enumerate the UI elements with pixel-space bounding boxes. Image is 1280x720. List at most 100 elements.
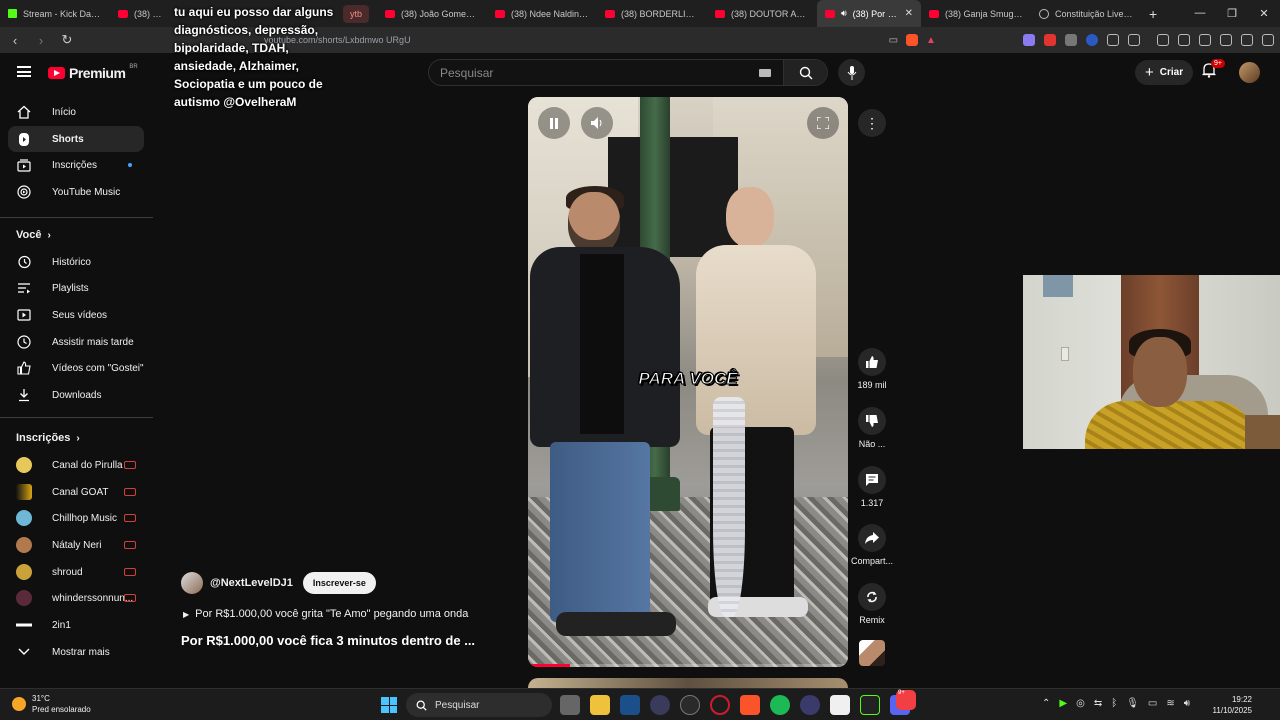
- document-icon[interactable]: [830, 695, 850, 715]
- browser-tab[interactable]: (38) Ndee Naldinho V: [487, 0, 597, 27]
- sidebar-channel[interactable]: shroud: [8, 559, 144, 585]
- short-video-player[interactable]: PARA VOCÊ: [528, 97, 848, 667]
- tray-app-icon[interactable]: ◎: [1076, 698, 1085, 709]
- sidebar-item-home[interactable]: Início: [8, 99, 144, 125]
- browser-tab[interactable]: (38) DOUTOR AJUDA: [707, 0, 817, 27]
- music-icon[interactable]: [1157, 34, 1169, 46]
- task-view-icon[interactable]: [560, 695, 580, 715]
- leo-ai-icon[interactable]: [1220, 34, 1232, 46]
- discord-icon[interactable]: 9+: [890, 690, 916, 715]
- close-window-button[interactable]: ✕: [1248, 7, 1280, 20]
- chevron-up-icon[interactable]: ⌃: [1042, 698, 1050, 709]
- video-progress-bar[interactable]: [528, 664, 848, 667]
- wallet-icon[interactable]: [1199, 34, 1211, 46]
- share-button[interactable]: Compart...: [850, 524, 894, 566]
- keyboard-icon[interactable]: [759, 68, 771, 77]
- sidebar-item-subscriptions[interactable]: Inscrições: [8, 152, 144, 178]
- tray-app-icon[interactable]: ⇆: [1094, 698, 1102, 709]
- next-short-preview[interactable]: [528, 678, 848, 688]
- brave-shield-icon[interactable]: [906, 34, 919, 46]
- sidebar-channel[interactable]: Canal do Pirulla: [8, 452, 144, 478]
- subscribe-button[interactable]: Inscrever-se: [302, 572, 376, 594]
- tray-app-icon[interactable]: ▶: [1059, 698, 1067, 709]
- show-more-button[interactable]: Mostrar mais: [8, 639, 144, 665]
- audio-app-icon[interactable]: [800, 695, 820, 715]
- sidebar-item-shorts[interactable]: Shorts: [8, 126, 144, 152]
- channel-avatar[interactable]: [181, 572, 203, 594]
- sidebar-item-downloads[interactable]: Downloads: [8, 382, 144, 408]
- like-button[interactable]: 189 mil: [850, 348, 894, 390]
- short-playlist-link[interactable]: ▶ Por R$1.000,00 você grita "Te Amo" peg…: [183, 608, 468, 620]
- new-tab-button[interactable]: +: [1141, 6, 1165, 22]
- obs-icon[interactable]: [680, 695, 700, 715]
- brave-icon[interactable]: [740, 695, 760, 715]
- screen-icon[interactable]: ▭: [889, 35, 898, 46]
- youtube-premium-logo[interactable]: Premium BR: [48, 64, 138, 81]
- sidebar-channel[interactable]: Canal GOAT: [8, 479, 144, 505]
- sidebar-icon[interactable]: [1178, 34, 1190, 46]
- taskbar-search[interactable]: Pesquisar: [406, 693, 552, 717]
- browser-tab[interactable]: (38) O pil: [110, 0, 175, 27]
- extensions-puzzle-icon[interactable]: [1107, 34, 1119, 46]
- more-options-button[interactable]: ⋮: [858, 109, 886, 137]
- browser-tab[interactable]: (38) Ganja Smuggling: [921, 0, 1031, 27]
- pause-button[interactable]: [538, 107, 570, 139]
- network-icon[interactable]: ▭: [1148, 698, 1157, 709]
- spotify-icon[interactable]: [770, 695, 790, 715]
- bluetooth-icon[interactable]: ᛒ: [1111, 698, 1117, 709]
- voice-search-button[interactable]: [838, 59, 865, 86]
- minimize-button[interactable]: —: [1184, 7, 1216, 20]
- close-tab-icon[interactable]: ✕: [905, 8, 913, 19]
- opera-icon[interactable]: [710, 695, 730, 715]
- app-icon[interactable]: [650, 695, 670, 715]
- weather-widget[interactable]: 31°C Pred ensolarado: [12, 693, 91, 715]
- brave-rewards-icon[interactable]: ▲: [926, 35, 936, 46]
- volume-button[interactable]: [581, 107, 613, 139]
- sidebar-item-your-videos[interactable]: Seus vídeos: [8, 302, 144, 328]
- fullscreen-button[interactable]: [807, 107, 839, 139]
- taskbar-clock[interactable]: 19:22 11/10/2025: [1208, 694, 1252, 716]
- sidebar-channel[interactable]: Nátaly Neri: [8, 532, 144, 558]
- account-avatar[interactable]: [1239, 62, 1260, 83]
- sidebar-subscriptions-heading[interactable]: Inscrições ›: [16, 432, 80, 444]
- forward-button[interactable]: ›: [32, 33, 50, 48]
- vpn-icon[interactable]: [1241, 34, 1253, 46]
- short-title[interactable]: Por R$1.000,00 você fica 3 minutos dentr…: [181, 633, 475, 648]
- dislike-button[interactable]: Não ...: [850, 407, 894, 449]
- restore-button[interactable]: ❐: [1216, 7, 1248, 20]
- extension-icon[interactable]: [1065, 34, 1077, 46]
- browser-tab[interactable]: (38) João Gomes : Tim: [377, 0, 487, 27]
- search-input[interactable]: [429, 60, 759, 85]
- comments-button[interactable]: 1.317: [850, 466, 894, 508]
- sidebar-item-history[interactable]: Histórico: [8, 249, 144, 275]
- menu-icon[interactable]: [1262, 34, 1274, 46]
- sidebar-item-youtube-music[interactable]: YouTube Music: [8, 179, 144, 205]
- extension-icon[interactable]: [1044, 34, 1056, 46]
- channel-handle[interactable]: @NextLevelDJ1: [210, 577, 293, 589]
- extension-icon[interactable]: [1086, 34, 1098, 46]
- sidebar-you-heading[interactable]: Você ›: [16, 229, 51, 241]
- steam-icon[interactable]: [620, 695, 640, 715]
- sidebar-channel[interactable]: whinderssonnun...: [8, 585, 144, 611]
- screenshot-icon[interactable]: [1128, 34, 1140, 46]
- browser-tab-active[interactable]: 🔊︎ (38) Por R$1.0 ✕: [817, 0, 921, 27]
- sidebar-item-watch-later[interactable]: Assistir mais tarde: [8, 329, 144, 355]
- sidebar-channel[interactable]: 2in1: [8, 612, 144, 638]
- hamburger-menu-icon[interactable]: [17, 66, 31, 77]
- microphone-icon[interactable]: 🎙︎: [1126, 698, 1139, 709]
- browser-tab[interactable]: Constituição Live Rast: [1031, 0, 1141, 27]
- notifications-button[interactable]: 9+: [1202, 59, 1225, 80]
- create-button[interactable]: + Criar: [1135, 60, 1194, 85]
- extension-icon[interactable]: [1023, 34, 1035, 46]
- back-button[interactable]: ‹: [6, 33, 24, 48]
- kick-app-icon[interactable]: [860, 695, 880, 715]
- sidebar-item-liked-videos[interactable]: Vídeos com "Gostei": [8, 355, 144, 381]
- volume-icon[interactable]: 🔊︎: [1184, 698, 1190, 709]
- sidebar-item-playlists[interactable]: Playlists: [8, 275, 144, 301]
- remix-button[interactable]: Remix: [850, 583, 894, 625]
- start-button[interactable]: [381, 697, 397, 713]
- sidebar-channel[interactable]: Chillhop Music: [8, 505, 144, 531]
- reload-button[interactable]: ↻: [58, 32, 76, 48]
- sound-creator-avatar[interactable]: [859, 640, 885, 666]
- wifi-icon[interactable]: ≋: [1166, 698, 1174, 709]
